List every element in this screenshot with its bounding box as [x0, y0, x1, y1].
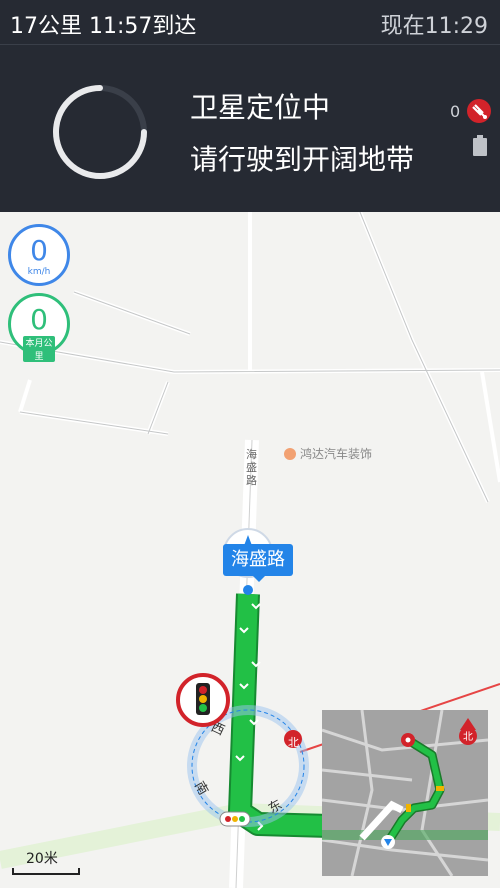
car-service-icon	[284, 448, 296, 460]
poi-label[interactable]: 鸿达汽车装饰	[284, 445, 372, 462]
map-scale: 20米	[12, 848, 80, 875]
gps-status-hint: 请行驶到开阔地带	[190, 143, 415, 176]
overview-minimap[interactable]: 北	[322, 710, 488, 876]
traffic-light-icon	[196, 683, 210, 715]
eta-text: 17公里 11:57到达	[10, 14, 197, 39]
battery-icon	[473, 135, 487, 156]
satellite-count: 0	[450, 102, 461, 121]
traffic-light-sign	[176, 673, 230, 727]
satellite-icon	[467, 99, 491, 123]
loading-spinner-icon	[53, 85, 147, 179]
speed-badge[interactable]: 0 km/h	[8, 224, 70, 286]
compass-north: 北	[288, 736, 299, 749]
road-label-vertical: 海盛路	[246, 448, 257, 487]
speed-value: 0	[30, 234, 48, 267]
poi-name: 鸿达汽车装饰	[300, 447, 373, 461]
gps-status-title: 卫星定位中	[190, 91, 331, 124]
scale-label: 20米	[26, 851, 58, 867]
north-arrow-icon: 北	[459, 718, 477, 745]
monthly-distance-unit: 本月公里	[23, 336, 55, 362]
scale-bar	[12, 868, 80, 875]
status-bar: 17公里 11:57到达 现在11:29	[0, 0, 500, 44]
monthly-distance-badge[interactable]: 0 本月公里	[8, 293, 70, 362]
current-road-tag: 海盛路	[223, 544, 293, 582]
monthly-distance-value: 0	[30, 303, 48, 336]
divider	[0, 44, 500, 45]
speed-unit: km/h	[27, 267, 51, 277]
current-time: 现在11:29	[380, 14, 488, 39]
gps-panel: 卫星定位中 请行驶到开阔地带 0	[0, 44, 500, 212]
north-label: 北	[463, 731, 473, 743]
